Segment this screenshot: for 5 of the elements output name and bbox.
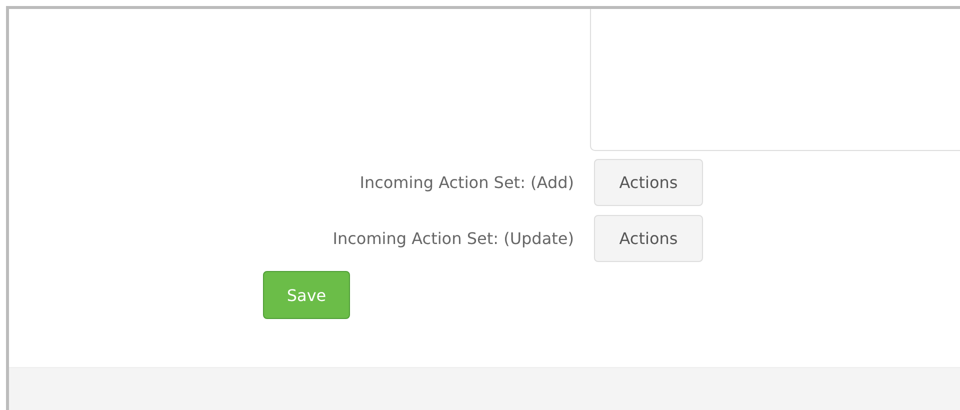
actions-button[interactable]: Actions [594, 215, 703, 262]
actions-button[interactable]: Actions [594, 159, 703, 206]
field-label: Incoming Action Set: (Update) [332, 229, 574, 248]
field-label: Incoming Action Set: (Add) [358, 173, 574, 192]
text-area[interactable] [590, 9, 960, 151]
